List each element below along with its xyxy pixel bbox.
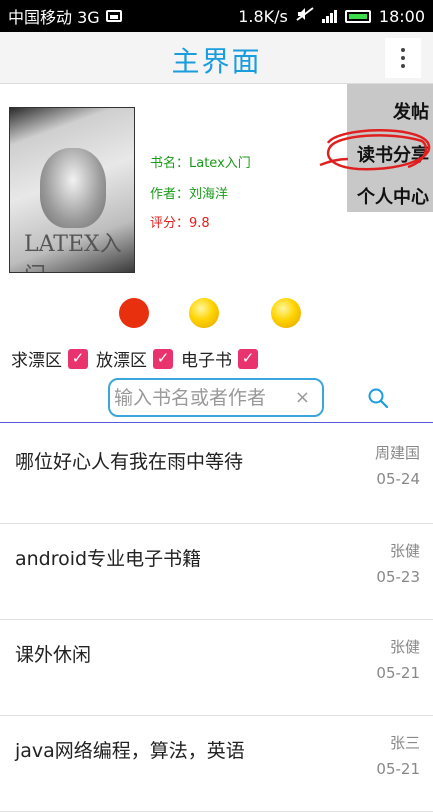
post-date: 05-24 [376, 470, 420, 488]
filter-ebook[interactable]: 电子书 ✓ [181, 346, 258, 371]
carousel-dot-1[interactable] [119, 298, 149, 328]
image-notification-icon [105, 10, 122, 22]
checkbox-ebook[interactable]: ✓ [238, 348, 258, 369]
menu-item-profile[interactable]: 个人中心 [357, 183, 429, 209]
filter-label-release: 放漂区 [96, 351, 147, 371]
book-score: 评分：9.8 [150, 216, 210, 231]
list-item[interactable]: java网络编程，算法，英语 张三 05-21 [0, 716, 433, 812]
filter-label-seek: 求漂区 [11, 351, 62, 371]
checkbox-release[interactable]: ✓ [153, 348, 173, 369]
cover-title-text: LATEX入门 [24, 232, 122, 272]
post-date: 05-21 [376, 664, 420, 682]
carousel-dot-2[interactable] [189, 298, 219, 328]
search-icon[interactable] [366, 386, 390, 410]
mute-icon [296, 7, 314, 25]
filter-label-ebook: 电子书 [181, 351, 232, 371]
checkbox-seek[interactable]: ✓ [68, 348, 88, 369]
app-bar: 主界面 [0, 32, 433, 84]
search-input[interactable] [114, 384, 284, 412]
post-author: 张三 [389, 734, 420, 752]
book-name: 书名：Latex入门 [150, 156, 251, 171]
post-author: 周建国 [374, 444, 420, 462]
search-box: × [108, 378, 324, 417]
filter-release[interactable]: 放漂区 ✓ [96, 346, 173, 371]
menu-item-reading-share[interactable]: 读书分享 [357, 141, 429, 167]
post-title: 课外休闲 [15, 644, 92, 666]
popup-menu: 发帖 读书分享 个人中心 [347, 84, 433, 212]
clock: 18:00 [378, 6, 425, 26]
book-cover-image[interactable]: LATEX入门 [9, 107, 135, 273]
list-item[interactable]: 课外休闲 张健 05-21 [0, 620, 433, 716]
menu-item-post[interactable]: 发帖 [393, 98, 429, 124]
network-speed: 1.8K/s [238, 6, 288, 26]
clear-search-button[interactable]: × [295, 387, 310, 409]
book-author: 作者：刘海洋 [150, 187, 229, 202]
page-title: 主界面 [171, 45, 262, 78]
carousel-dot-3[interactable] [271, 298, 301, 328]
more-vert-icon [401, 48, 405, 52]
cover-portrait [40, 148, 106, 228]
post-date: 05-23 [376, 568, 420, 586]
post-date: 05-21 [376, 760, 420, 778]
post-title: 哪位好心人有我在雨中等待 [15, 451, 244, 473]
filter-bar: 求漂区 ✓ 放漂区 ✓ 电子书 ✓ [11, 346, 266, 371]
overflow-menu-button[interactable] [385, 38, 421, 78]
list-item[interactable]: android专业电子书籍 张健 05-23 [0, 524, 433, 620]
status-bar: 中国移动 3G 1.8K/s 18:00 [0, 0, 433, 32]
signal-icon [321, 9, 337, 23]
post-author: 张健 [389, 542, 420, 560]
battery-icon [344, 9, 371, 23]
filter-seek[interactable]: 求漂区 ✓ [11, 346, 88, 371]
list-item[interactable]: 哪位好心人有我在雨中等待 周建国 05-24 [0, 428, 433, 524]
search-divider [0, 422, 433, 423]
post-title: java网络编程，算法，英语 [15, 740, 245, 762]
post-author: 张健 [389, 638, 420, 656]
post-title: android专业电子书籍 [15, 548, 202, 570]
carrier-label: 中国移动 3G [8, 8, 100, 27]
